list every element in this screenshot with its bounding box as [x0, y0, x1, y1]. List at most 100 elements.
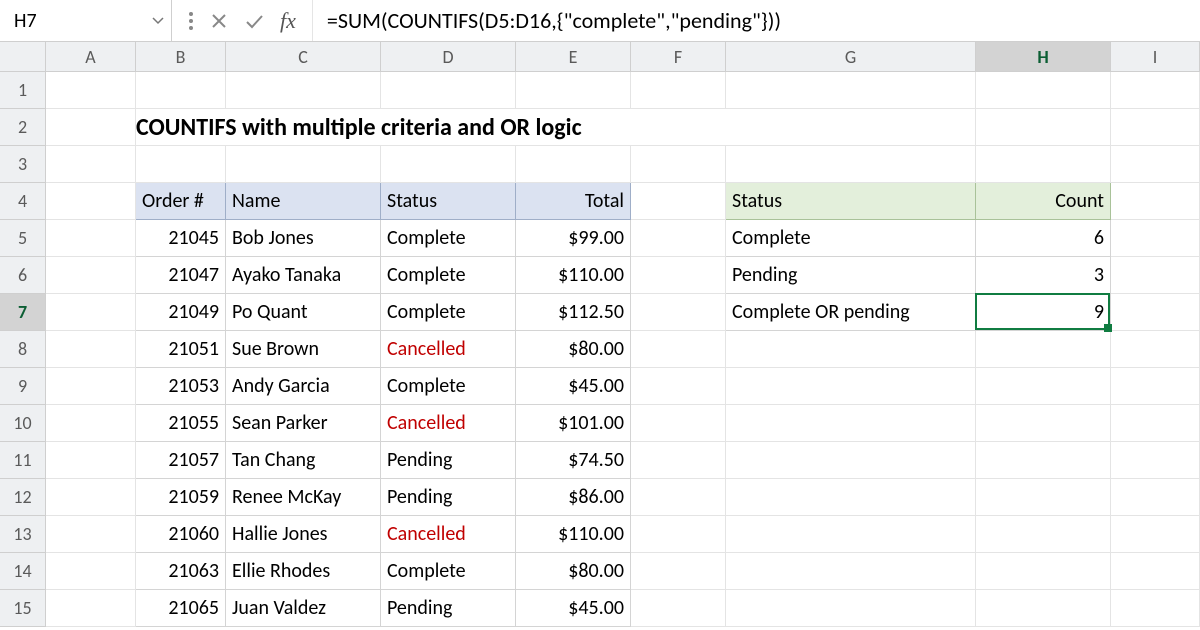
row-header-5[interactable]: 5 [0, 220, 46, 257]
cell-H10[interactable] [976, 405, 1111, 442]
column-header-G[interactable]: G [726, 42, 976, 71]
cell-I9[interactable] [1111, 368, 1200, 405]
cell-I15[interactable] [1111, 590, 1200, 627]
cell-A6[interactable] [46, 257, 136, 294]
column-header-H[interactable]: H [976, 42, 1111, 71]
cell-F3[interactable] [631, 146, 726, 183]
total-6[interactable]: $101.00 [516, 405, 631, 442]
cell-H3[interactable] [976, 146, 1111, 183]
total-4[interactable]: $80.00 [516, 331, 631, 368]
cell-I10[interactable] [1111, 405, 1200, 442]
column-header-B[interactable]: B [136, 42, 226, 71]
cell-H14[interactable] [976, 553, 1111, 590]
name-10[interactable]: Ellie Rhodes [226, 553, 381, 590]
row-header-6[interactable]: 6 [0, 257, 46, 294]
summary-status-2[interactable]: Pending [726, 257, 976, 294]
select-all-corner[interactable] [0, 42, 46, 71]
order-10[interactable]: 21063 [136, 553, 226, 590]
cell-H1[interactable] [976, 72, 1111, 109]
row-header-15[interactable]: 15 [0, 590, 46, 627]
cell-A13[interactable] [46, 516, 136, 553]
cell-F6[interactable] [631, 257, 726, 294]
name-2[interactable]: Ayako Tanaka [226, 257, 381, 294]
name-8[interactable]: Renee McKay [226, 479, 381, 516]
cell-G14[interactable] [726, 553, 976, 590]
name-5[interactable]: Andy Garcia [226, 368, 381, 405]
fx-icon[interactable]: fx [280, 8, 296, 34]
cell-A15[interactable] [46, 590, 136, 627]
cell-I14[interactable] [1111, 553, 1200, 590]
cell-A8[interactable] [46, 331, 136, 368]
cell-G3[interactable] [726, 146, 976, 183]
row-header-1[interactable]: 1 [0, 72, 46, 109]
name-6[interactable]: Sean Parker [226, 405, 381, 442]
total-2[interactable]: $110.00 [516, 257, 631, 294]
chevron-down-icon[interactable] [145, 0, 171, 41]
cell-D1[interactable] [381, 72, 516, 109]
row-header-10[interactable]: 10 [0, 405, 46, 442]
cell-E1[interactable] [516, 72, 631, 109]
status-11[interactable]: Pending [381, 590, 516, 627]
name-11[interactable]: Juan Valdez [226, 590, 381, 627]
cell-I8[interactable] [1111, 331, 1200, 368]
order-7[interactable]: 21057 [136, 442, 226, 479]
cell-I5[interactable] [1111, 220, 1200, 257]
cell-I1[interactable] [1111, 72, 1200, 109]
row-header-11[interactable]: 11 [0, 442, 46, 479]
status-2[interactable]: Complete [381, 257, 516, 294]
total-8[interactable]: $86.00 [516, 479, 631, 516]
cell-F15[interactable] [631, 590, 726, 627]
row-header-12[interactable]: 12 [0, 479, 46, 516]
cell-G9[interactable] [726, 368, 976, 405]
cell-F10[interactable] [631, 405, 726, 442]
summary-count-3[interactable]: 9 [976, 294, 1111, 331]
status-9[interactable]: Cancelled [381, 516, 516, 553]
cell-A2[interactable] [46, 109, 136, 146]
sheet-grid[interactable]: 12COUNTIFS with multiple criteria and OR… [0, 72, 1200, 627]
name-box[interactable]: H7 [0, 0, 172, 41]
status-1[interactable]: Complete [381, 220, 516, 257]
cell-B1[interactable] [136, 72, 226, 109]
status-8[interactable]: Pending [381, 479, 516, 516]
order-5[interactable]: 21053 [136, 368, 226, 405]
total-9[interactable]: $110.00 [516, 516, 631, 553]
enter-icon[interactable] [244, 12, 264, 30]
name-9[interactable]: Hallie Jones [226, 516, 381, 553]
cell-I3[interactable] [1111, 146, 1200, 183]
row-header-9[interactable]: 9 [0, 368, 46, 405]
cell-H2[interactable] [976, 109, 1111, 146]
cell-A1[interactable] [46, 72, 136, 109]
cell-A12[interactable] [46, 479, 136, 516]
row-header-2[interactable]: 2 [0, 109, 46, 146]
row-header-3[interactable]: 3 [0, 146, 46, 183]
order-2[interactable]: 21047 [136, 257, 226, 294]
cell-H8[interactable] [976, 331, 1111, 368]
order-9[interactable]: 21060 [136, 516, 226, 553]
row-header-13[interactable]: 13 [0, 516, 46, 553]
cell-E3[interactable] [516, 146, 631, 183]
column-header-A[interactable]: A [46, 42, 136, 71]
row-header-8[interactable]: 8 [0, 331, 46, 368]
cell-H11[interactable] [976, 442, 1111, 479]
total-3[interactable]: $112.50 [516, 294, 631, 331]
order-3[interactable]: 21049 [136, 294, 226, 331]
cell-F12[interactable] [631, 479, 726, 516]
cell-H12[interactable] [976, 479, 1111, 516]
total-5[interactable]: $45.00 [516, 368, 631, 405]
cell-A14[interactable] [46, 553, 136, 590]
order-11[interactable]: 21065 [136, 590, 226, 627]
column-header-F[interactable]: F [631, 42, 726, 71]
cell-F8[interactable] [631, 331, 726, 368]
order-6[interactable]: 21055 [136, 405, 226, 442]
cell-D3[interactable] [381, 146, 516, 183]
status-5[interactable]: Complete [381, 368, 516, 405]
status-6[interactable]: Cancelled [381, 405, 516, 442]
summary-count-1[interactable]: 6 [976, 220, 1111, 257]
cell-A7[interactable] [46, 294, 136, 331]
row-header-7[interactable]: 7 [0, 294, 46, 331]
cell-I4[interactable] [1111, 183, 1200, 220]
total-10[interactable]: $80.00 [516, 553, 631, 590]
order-4[interactable]: 21051 [136, 331, 226, 368]
cell-G1[interactable] [726, 72, 976, 109]
status-7[interactable]: Pending [381, 442, 516, 479]
